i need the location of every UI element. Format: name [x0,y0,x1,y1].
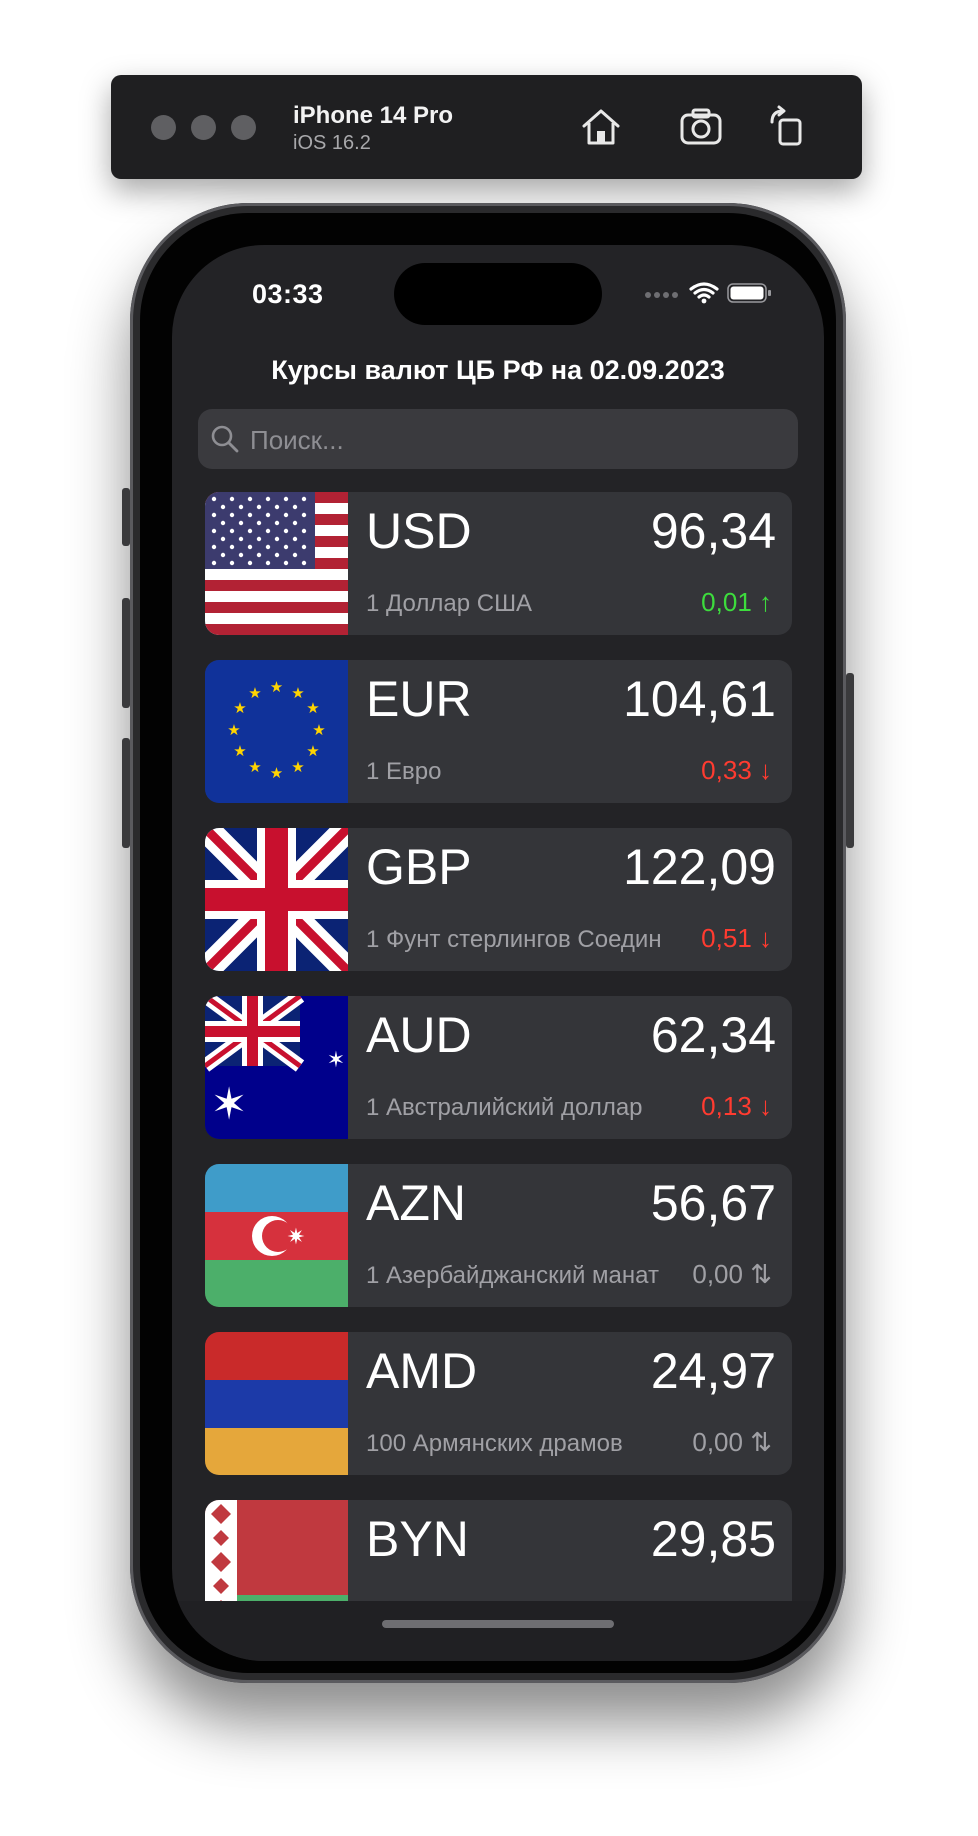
currency-change: 0,13 ↓ [701,1091,772,1121]
currency-code: AZN [366,1175,466,1231]
currency-rate: 56,67 [650,1175,776,1231]
volume-down-button [122,738,130,848]
currency-code: AUD [366,1007,472,1063]
currency-list: USD 96,34 1 Доллар США 0,01 ↑ ★ ★ ★ ★ ★ … [205,492,792,1661]
svg-text:★: ★ [312,721,325,739]
currency-rate: 96,34 [650,503,776,559]
currency-change: 0,51 ↓ [701,923,772,953]
currency-rate: 122,09 [623,839,776,895]
currency-code: EUR [366,671,472,727]
svg-text:★: ★ [291,758,304,776]
currency-code: GBP [366,839,472,895]
currency-card-eur[interactable]: ★ ★ ★ ★ ★ ★ ★ ★ ★ ★ ★ ★ EUR 104,61 1 Евр… [205,660,792,803]
currency-code: USD [366,503,472,559]
rotate-icon[interactable] [763,102,813,152]
currency-name: 1 Австралийский доллар [366,1094,643,1121]
volume-up-button [122,598,130,708]
currency-rate: 62,34 [650,1007,776,1063]
currency-rate: 29,85 [650,1511,776,1567]
svg-text:✷: ✷ [287,1225,305,1250]
search-input[interactable] [248,409,782,471]
currency-name: 100 Армянских драмов [366,1430,623,1457]
currency-name: 1 Доллар США [366,590,533,617]
currency-change: 0,00 ⇅ [692,1259,772,1289]
search-icon [211,425,239,453]
simulator-os-version: iOS 16.2 [293,132,371,154]
svg-text:✶: ✶ [327,1048,345,1073]
status-icons [644,281,774,310]
app-screen: 03:33 Курсы валют ЦБ РФ на 02.09.2023 По… [172,245,824,1661]
simulator-device-name: iPhone 14 Pro [293,102,454,129]
dynamic-island [394,263,602,325]
svg-text:★: ★ [227,721,240,739]
page-title: Курсы валют ЦБ РФ на 02.09.2023 [271,355,725,385]
svg-text:★: ★ [291,684,304,702]
iphone-device-frame: 03:33 Курсы валют ЦБ РФ на 02.09.2023 По… [122,203,854,1683]
eu-flag-icon: ★ ★ ★ ★ ★ ★ ★ ★ ★ ★ ★ ★ [205,660,348,803]
wifi-icon [689,282,719,304]
currency-card-amd[interactable]: AMD 24,97 100 Армянских драмов 0,00 ⇅ [205,1332,792,1475]
svg-text:★: ★ [248,684,261,702]
status-time: 03:33 [252,279,324,309]
window-close-dot[interactable] [151,115,176,140]
currency-name: 1 Фунт стерлингов Соедин [366,926,662,953]
currency-card-azn[interactable]: ✷ AZN 56,67 1 Азербайджанский манат 0,00… [205,1164,792,1307]
window-zoom-dot[interactable] [231,115,256,140]
az-flag-icon: ✷ [205,1164,348,1307]
action-button [122,488,130,546]
currency-code: AMD [366,1343,478,1399]
svg-text:★: ★ [270,678,283,696]
svg-text:★: ★ [233,742,246,760]
currency-card-aud[interactable]: ✶ ✶ AUD 62,34 1 Австралийский доллар 0,1… [205,996,792,1139]
window-minimize-dot[interactable] [191,115,216,140]
currency-rate: 104,61 [623,671,776,727]
device-bezel: 03:33 Курсы валют ЦБ РФ на 02.09.2023 По… [140,213,836,1673]
currency-name: 1 Азербайджанский манат [366,1262,659,1289]
currency-change: 0,33 ↓ [701,755,772,785]
search-bar[interactable] [198,409,798,471]
power-button [846,673,854,848]
uk-flag-icon [205,828,348,971]
svg-text:★: ★ [306,699,319,717]
currency-change: 0,01 ↑ [701,587,772,617]
am-flag-icon [205,1332,348,1475]
currency-card-usd[interactable]: USD 96,34 1 Доллар США 0,01 ↑ [205,492,792,635]
home-indicator[interactable] [382,1620,614,1628]
currency-rate: 24,97 [650,1343,776,1399]
cellular-icon [645,292,678,298]
home-area [172,1601,824,1661]
simulator-toolbar: iPhone 14 Pro iOS 16.2 [111,75,862,179]
currency-card-gbp[interactable]: GBP 122,09 1 Фунт стерлингов Соедин 0,51… [205,828,792,971]
battery-icon [727,283,771,303]
currency-code: BYN [366,1511,469,1567]
us-flag-icon [205,492,348,635]
svg-text:✶: ✶ [211,1079,248,1130]
svg-text:★: ★ [270,764,283,782]
camera-icon[interactable] [676,102,726,152]
svg-text:★: ★ [306,742,319,760]
au-flag-icon: ✶ ✶ [205,996,348,1139]
home-icon[interactable] [576,102,626,152]
currency-change: 0,00 ⇅ [692,1427,772,1457]
svg-text:★: ★ [233,699,246,717]
currency-name: 1 Евро [366,758,442,785]
svg-text:★: ★ [248,758,261,776]
